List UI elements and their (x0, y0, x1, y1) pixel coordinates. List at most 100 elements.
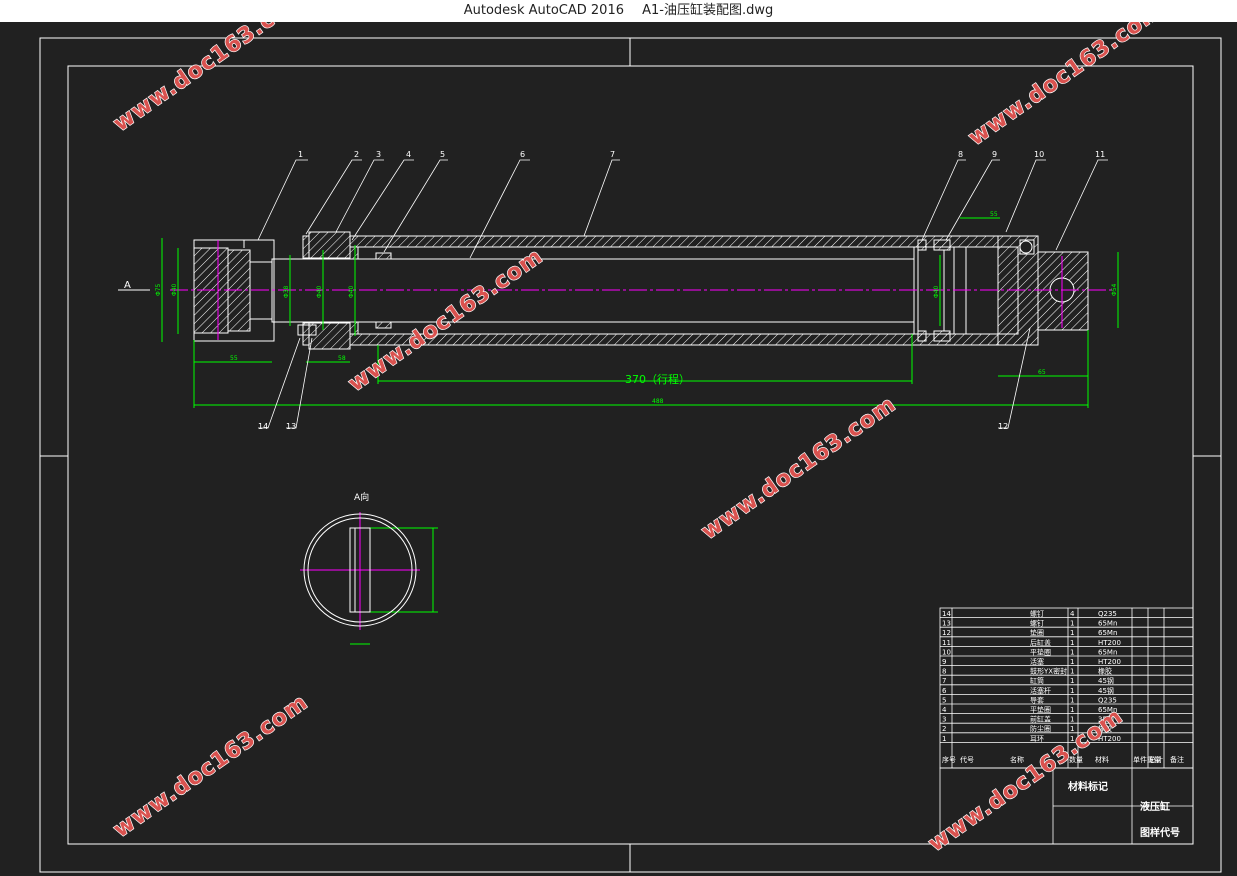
bom-cell-no: 6 (942, 687, 947, 695)
svg-text:代号: 代号 (960, 755, 974, 764)
drawing-canvas[interactable]: Φ75 Φ40 Φ38 Φ40 Φ40 Φ40 Φ54 55 58 55 65 … (0, 22, 1237, 876)
bom-cell-qty: 1 (1070, 629, 1074, 637)
bom-cell-material: HT200 (1098, 658, 1121, 666)
svg-text:www.doc163.com: www.doc163.com (924, 704, 1128, 857)
bom-row: 5 导套 1 Q235 (942, 695, 1117, 704)
svg-text:材料: 材料 (1095, 755, 1109, 764)
bom-cell-qty: 4 (1070, 610, 1075, 618)
bom-row: 6 活塞杆 1 45钢 (942, 686, 1114, 695)
dim-bore-b: Φ40 (316, 285, 323, 298)
bom-row: 12 垫圈 1 65Mn (942, 628, 1117, 637)
balloon-13: 13 (286, 422, 296, 431)
front-cap-top (308, 231, 351, 259)
balloon-14: 14 (258, 422, 268, 431)
dim-left-outer: Φ75 (155, 283, 162, 296)
title-code: 图样代号 (1140, 826, 1180, 839)
balloon-5: 5 (440, 150, 445, 159)
bom-cell-name: 前缸盖 (1030, 715, 1051, 724)
bom-cell-name: 活塞 (1030, 657, 1044, 666)
bom-cell-no: 9 (942, 658, 946, 666)
bom-cell-material: Q235 (1098, 696, 1117, 704)
dim-len-left: 55 (230, 355, 238, 362)
svg-text:www.doc163.com: www.doc163.com (109, 690, 313, 843)
bom-row: 13 螺钉 1 65Mn (942, 619, 1117, 628)
bom-cell-qty: 1 (1070, 706, 1074, 714)
title-name: 液压缸 (1140, 800, 1170, 813)
bom-cell-material: HT200 (1098, 639, 1121, 647)
dim-piston: Φ40 (933, 285, 940, 298)
bom-cell-no: 13 (942, 620, 951, 628)
bom-cell-qty: 1 (1070, 687, 1074, 695)
front-cap-bottom (308, 322, 351, 350)
leader-lines (257, 159, 1108, 429)
svg-text:名称: 名称 (1010, 755, 1024, 764)
stroke-dimension: 370（行程） (625, 373, 690, 386)
balloon-11: 11 (1095, 150, 1105, 159)
bom-cell-material: 65Mn (1098, 620, 1117, 628)
bom-cell-name: 耳环 (1030, 735, 1044, 743)
dim-len-top-right: 55 (990, 211, 998, 218)
balloon-1: 1 (298, 150, 303, 159)
section-marker: A (118, 280, 150, 291)
bom-cell-no: 11 (942, 639, 951, 647)
bom-cell-qty: 1 (1070, 716, 1074, 724)
balloon-7: 7 (610, 150, 615, 159)
bom-cell-name: 鼓形YX密封 (1030, 667, 1067, 676)
svg-text:www.doc163.com: www.doc163.com (344, 244, 548, 397)
bom-cell-qty: 1 (1070, 658, 1074, 666)
balloon-4: 4 (406, 150, 411, 159)
bom-row: 8 鼓形YX密封 1 橡胶 (942, 667, 1112, 676)
bom-cell-name: 垫圈 (1030, 628, 1044, 637)
bom-cell-material: 橡胶 (1098, 667, 1112, 676)
svg-text:www.doc163.com: www.doc163.com (964, 22, 1168, 151)
bom-cell-no: 2 (942, 725, 946, 733)
balloon-2: 2 (354, 150, 359, 159)
dim-bore-a: Φ38 (283, 285, 290, 298)
bom-cell-qty: 1 (1070, 620, 1074, 628)
balloon-3: 3 (376, 150, 381, 159)
barrel-wall-top (349, 235, 999, 248)
bom-cell-no: 5 (942, 696, 946, 704)
bom-cell-name: 活塞杆 (1030, 686, 1051, 695)
bom-cell-name: 防尘圈 (1030, 724, 1051, 733)
bom-row: 7 缸筒 1 45钢 (942, 676, 1114, 685)
dim-right: Φ54 (1111, 283, 1118, 296)
centerlines (170, 240, 1115, 630)
app-title: Autodesk AutoCAD 2016 (463, 3, 624, 18)
window-title-bar: Autodesk AutoCAD 2016 A1-油压缸装配图.dwg (0, 0, 1237, 22)
svg-text:www.doc163.com: www.doc163.com (697, 392, 901, 545)
bom-row: 10 平垫圈 1 65Mn (942, 647, 1117, 656)
balloon-9: 9 (992, 150, 997, 159)
dust-ring (302, 235, 310, 259)
bom-cell-material: 45钢 (1098, 686, 1114, 695)
bom-row: 9 活塞 1 HT200 (942, 657, 1121, 666)
bom-cell-name: 平垫圈 (1030, 647, 1051, 656)
bom-cell-name: 缸筒 (1030, 676, 1044, 685)
bom-row: 14 螺钉 4 Q235 (942, 609, 1117, 618)
balloon-6: 6 (520, 150, 525, 159)
balloon-8: 8 (958, 150, 963, 159)
bom-cell-qty: 1 (1070, 668, 1074, 676)
balloon-10: 10 (1034, 150, 1044, 159)
bom-cell-qty: 1 (1070, 677, 1074, 685)
file-title: A1-油压缸装配图.dwg (642, 3, 774, 18)
dim-len-total: 488 (652, 398, 664, 405)
bom-cell-no: 12 (942, 629, 951, 637)
svg-text:www.doc163.com: www.doc163.com (109, 22, 313, 137)
svg-text:备注: 备注 (1170, 755, 1184, 764)
dim-left-inner: Φ40 (171, 283, 178, 296)
bom-cell-name: 导套 (1030, 695, 1044, 704)
bom-cell-no: 3 (942, 716, 946, 724)
title-material: 材料标记 (1068, 780, 1108, 793)
bom-cell-no: 10 (942, 648, 951, 656)
bom-row: 4 平垫圈 1 65Mn (942, 705, 1117, 714)
balloon-12: 12 (998, 422, 1008, 431)
svg-text:序号: 序号 (942, 755, 956, 764)
bom-cell-name: 螺钉 (1030, 609, 1044, 618)
bom-cell-material: Q235 (1098, 610, 1117, 618)
dim-len-cap: 58 (338, 355, 346, 362)
bom-cell-no: 4 (942, 706, 947, 714)
bom-cell-material: 65Mn (1098, 648, 1117, 656)
bom-cell-name: 平垫圈 (1030, 705, 1051, 714)
bom-cell-no: 1 (942, 735, 946, 743)
